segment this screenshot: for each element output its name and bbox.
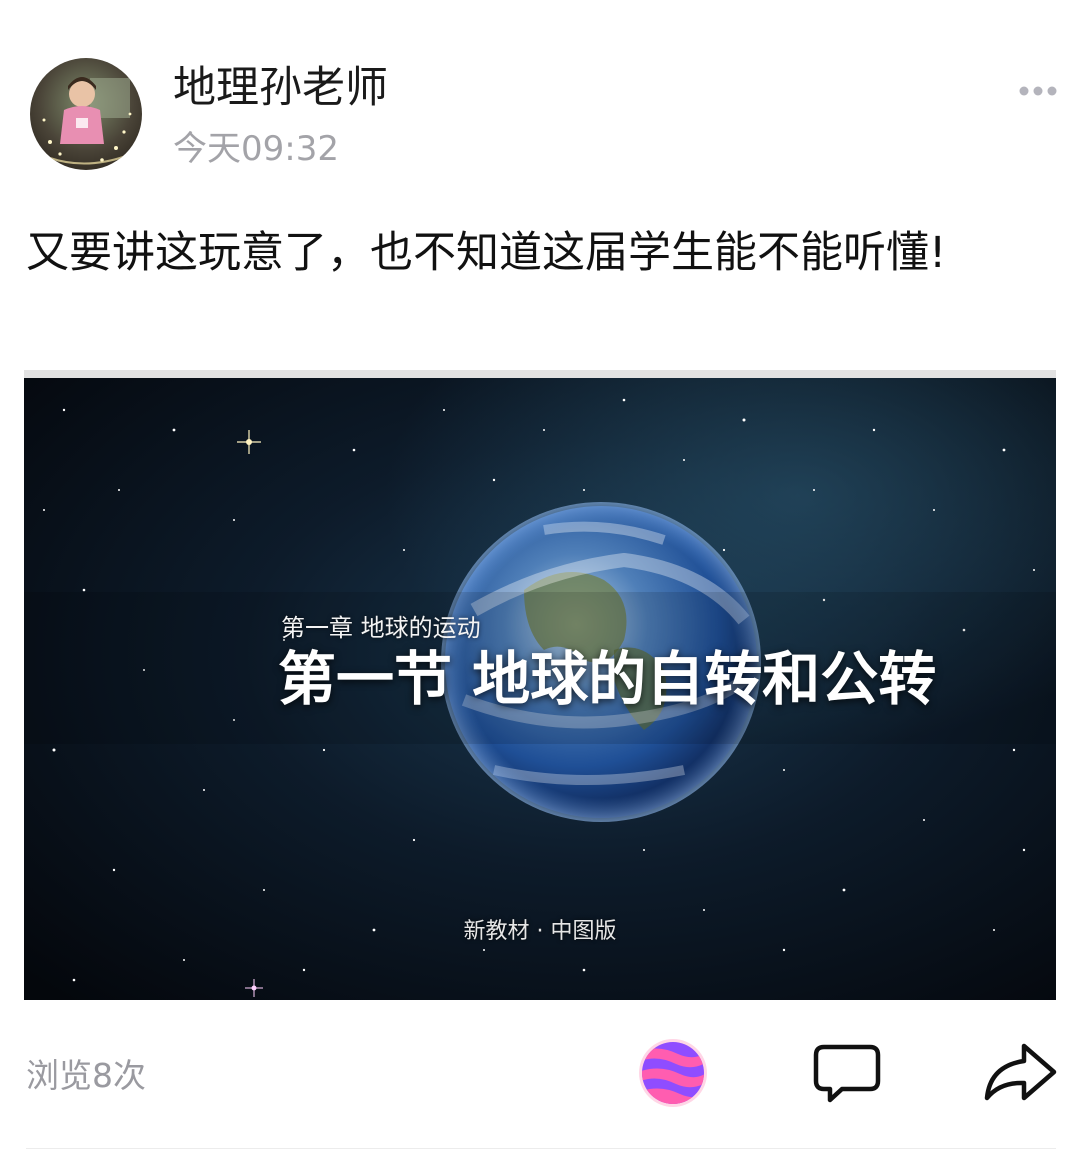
avatar[interactable] <box>30 58 142 170</box>
avatar-image <box>30 58 142 170</box>
share-arrow-icon <box>984 1043 1057 1101</box>
slide-edition: 新教材 · 中图版 <box>463 919 617 944</box>
planet-reaction-icon <box>639 1039 707 1107</box>
slide-chapter: 第一章 地球的运动 <box>281 614 481 642</box>
slide-title: 第一节 地球的自转和公转 <box>278 645 937 713</box>
author-name[interactable]: 地理孙老师 <box>173 62 388 114</box>
post-text: 又要讲这玩意了，也不知道这届学生能不能听懂! <box>26 228 947 278</box>
more-dots-icon <box>1019 86 1057 96</box>
slide-overlay: 第一章 地球的运动 第一节 地球的自转和公转 新教材 · 中图版 <box>24 370 1056 1000</box>
comment-button[interactable] <box>812 1043 882 1105</box>
view-count: 浏览8次 <box>26 1056 146 1095</box>
post-image[interactable]: 第一章 地球的运动 第一节 地球的自转和公转 新教材 · 中图版 <box>24 370 1056 1000</box>
more-button[interactable] <box>1012 76 1064 106</box>
reaction-button[interactable] <box>638 1038 708 1108</box>
comment-icon <box>813 1044 881 1103</box>
post-time: 今天09:32 <box>173 129 339 169</box>
share-button[interactable] <box>982 1040 1058 1106</box>
divider <box>26 1148 1056 1149</box>
